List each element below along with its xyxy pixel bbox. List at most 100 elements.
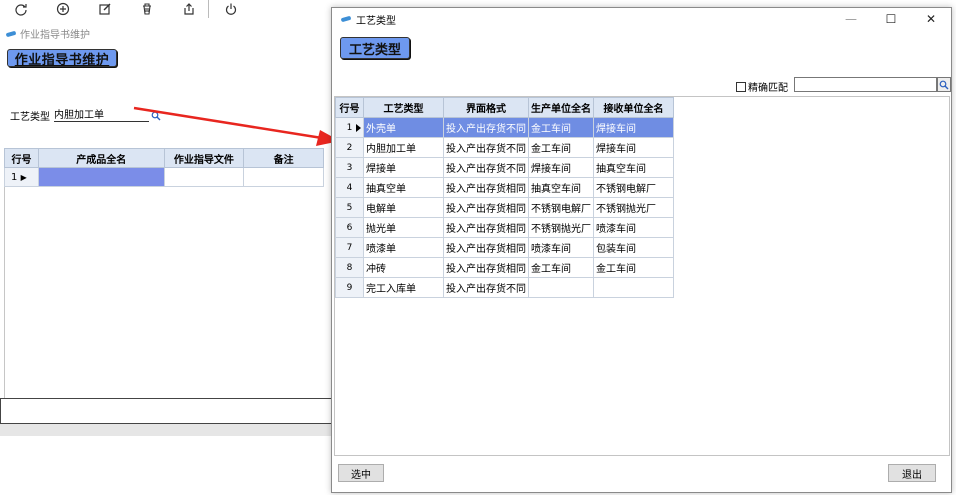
format-cell[interactable]: 投入产出存货相同 xyxy=(443,237,529,258)
format-cell[interactable]: 投入产出存货不同 xyxy=(443,117,529,138)
close-button[interactable]: ✕ xyxy=(911,8,951,30)
col-header[interactable]: 接收单位全名 xyxy=(593,97,674,118)
format-cell[interactable]: 投入产出存货相同 xyxy=(443,197,529,218)
col-header[interactable]: 界面格式 xyxy=(443,97,529,118)
table-row[interactable]: 5 电解单 投入产出存货相同 不锈钢电解厂 不锈钢抛光厂 xyxy=(335,197,674,218)
producer-cell[interactable]: 喷漆车间 xyxy=(528,237,594,258)
note-cell[interactable] xyxy=(243,167,324,187)
producer-cell[interactable]: 焊接车间 xyxy=(528,157,594,178)
type-cell[interactable]: 冲砖 xyxy=(363,257,444,278)
table-row[interactable]: 3 焊接单 投入产出存货不同 焊接车间 抽真空车间 xyxy=(335,157,674,178)
row-number: 7 xyxy=(335,237,364,258)
row-number: 9 xyxy=(335,277,364,298)
table-row[interactable]: 2 内胆加工单 投入产出存货不同 金工车间 焊接车间 xyxy=(335,137,674,158)
annotation-arrow xyxy=(133,106,340,146)
producer-cell[interactable]: 金工车间 xyxy=(528,257,594,278)
type-cell[interactable]: 完工入库单 xyxy=(363,277,444,298)
format-cell[interactable]: 投入产出存货相同 xyxy=(443,177,529,198)
checkbox-box[interactable] xyxy=(736,81,746,92)
producer-cell-text: 金工车间 xyxy=(531,124,571,135)
receiver-cell-text: 不锈钢电解厂 xyxy=(596,184,656,195)
receiver-cell[interactable]: 金工车间 xyxy=(593,257,674,278)
refresh-button[interactable] xyxy=(0,0,42,18)
table-row[interactable]: 4 抽真空单 投入产出存货相同 抽真空车间 不锈钢电解厂 xyxy=(335,177,674,198)
table-row[interactable]: 1 ▶ xyxy=(4,167,324,187)
receiver-cell[interactable]: 焊接车间 xyxy=(593,137,674,158)
dialog-search-button[interactable] xyxy=(937,77,951,92)
receiver-cell[interactable]: 焊接车间 xyxy=(593,117,674,138)
doc-cell[interactable] xyxy=(163,167,245,187)
type-cell[interactable]: 内胆加工单 xyxy=(363,137,444,158)
select-button[interactable]: 选中 xyxy=(338,464,384,482)
producer-cell[interactable]: 不锈钢电解厂 xyxy=(528,197,594,218)
table-row[interactable]: 7 喷漆单 投入产出存货相同 喷漆车间 包装车间 xyxy=(335,237,674,258)
process-type-label: 工艺类型 xyxy=(10,112,50,123)
col-header[interactable]: 工艺类型 xyxy=(363,97,444,118)
dialog-heading-button[interactable]: 工艺类型 xyxy=(340,37,410,59)
type-cell[interactable]: 焊接单 xyxy=(363,157,444,178)
minimize-button[interactable]: — xyxy=(831,8,871,30)
col-header[interactable]: 行号 xyxy=(4,148,39,168)
power-icon xyxy=(225,3,237,15)
page-heading-button[interactable]: 作业指导书维护 xyxy=(7,49,117,68)
col-header[interactable]: 生产单位全名 xyxy=(528,97,594,118)
type-cell[interactable]: 抽真空单 xyxy=(363,177,444,198)
format-cell[interactable]: 投入产出存货不同 xyxy=(443,277,529,298)
format-cell[interactable]: 投入产出存货相同 xyxy=(443,257,529,278)
format-cell[interactable]: 投入产出存货不同 xyxy=(443,157,529,178)
dialog-title: 工艺类型 xyxy=(356,15,396,27)
export-button[interactable] xyxy=(168,0,210,18)
exit-button[interactable]: 退出 xyxy=(888,464,936,482)
table-row[interactable]: 1 外壳单 投入产出存货不同 金工车间 焊接车间 xyxy=(335,117,674,138)
add-button[interactable] xyxy=(42,0,84,18)
format-cell[interactable]: 投入产出存货相同 xyxy=(443,217,529,238)
delete-icon xyxy=(143,3,151,15)
process-type-table: 行号 工艺类型 界面格式 生产单位全名 接收单位全名 1 外壳单 投入产出存货不同金… xyxy=(335,97,674,298)
col-header[interactable]: 行号 xyxy=(335,97,364,118)
dialog-search-input[interactable] xyxy=(794,77,937,92)
row-number: 4 xyxy=(335,177,364,198)
type-cell-text: 抛光单 xyxy=(366,224,396,235)
receiver-cell[interactable]: 喷漆车间 xyxy=(593,217,674,238)
producer-cell[interactable] xyxy=(528,277,594,298)
format-cell-text: 投入产出存货相同 xyxy=(446,264,526,275)
power-button[interactable] xyxy=(210,0,252,18)
producer-cell[interactable]: 金工车间 xyxy=(528,137,594,158)
type-cell[interactable]: 抛光单 xyxy=(363,217,444,238)
format-cell[interactable]: 投入产出存货不同 xyxy=(443,137,529,158)
edit-button[interactable] xyxy=(84,0,126,18)
type-cell-text: 喷漆单 xyxy=(366,244,396,255)
producer-cell[interactable]: 金工车间 xyxy=(528,117,594,138)
producer-cell[interactable]: 抽真空车间 xyxy=(528,177,594,198)
receiver-cell[interactable]: 抽真空车间 xyxy=(593,157,674,178)
type-cell[interactable]: 喷漆单 xyxy=(363,237,444,258)
receiver-cell[interactable]: 不锈钢抛光厂 xyxy=(593,197,674,218)
receiver-cell[interactable]: 包装车间 xyxy=(593,237,674,258)
format-cell-text: 投入产出存货不同 xyxy=(446,164,526,175)
add-icon xyxy=(56,2,70,16)
row-number-text: 4 xyxy=(346,182,353,193)
toolbar xyxy=(0,0,330,18)
window-controls: — ☐ ✕ xyxy=(831,8,951,30)
producer-cell-text: 焊接车间 xyxy=(531,164,571,175)
receiver-cell[interactable] xyxy=(593,277,674,298)
type-cell[interactable]: 外壳单 xyxy=(363,117,444,138)
dialog-titlebar[interactable]: 工艺类型 — ☐ ✕ xyxy=(332,8,951,30)
producer-cell-text: 喷漆车间 xyxy=(531,244,571,255)
precise-match-checkbox[interactable]: 精确匹配 xyxy=(736,79,788,94)
type-cell-text: 抽真空单 xyxy=(366,184,406,195)
product-cell[interactable] xyxy=(37,167,165,187)
current-row-pointer-icon xyxy=(356,124,361,132)
row-number-text: 3 xyxy=(346,162,353,173)
receiver-cell[interactable]: 不锈钢电解厂 xyxy=(593,177,674,198)
delete-button[interactable] xyxy=(126,0,168,18)
row-number: 1 ▶ xyxy=(4,167,39,187)
maximize-button[interactable]: ☐ xyxy=(871,8,911,30)
horizontal-scrollbar[interactable] xyxy=(0,424,334,436)
producer-cell[interactable]: 不锈钢抛光厂 xyxy=(528,217,594,238)
table-row[interactable]: 9 完工入库单 投入产出存货不同 xyxy=(335,277,674,298)
type-cell[interactable]: 电解单 xyxy=(363,197,444,218)
table-row[interactable]: 6 抛光单 投入产出存货相同 不锈钢抛光厂 喷漆车间 xyxy=(335,217,674,238)
table-row[interactable]: 8 冲砖 投入产出存货相同 金工车间 金工车间 xyxy=(335,257,674,278)
bottom-input-box[interactable] xyxy=(0,398,334,424)
